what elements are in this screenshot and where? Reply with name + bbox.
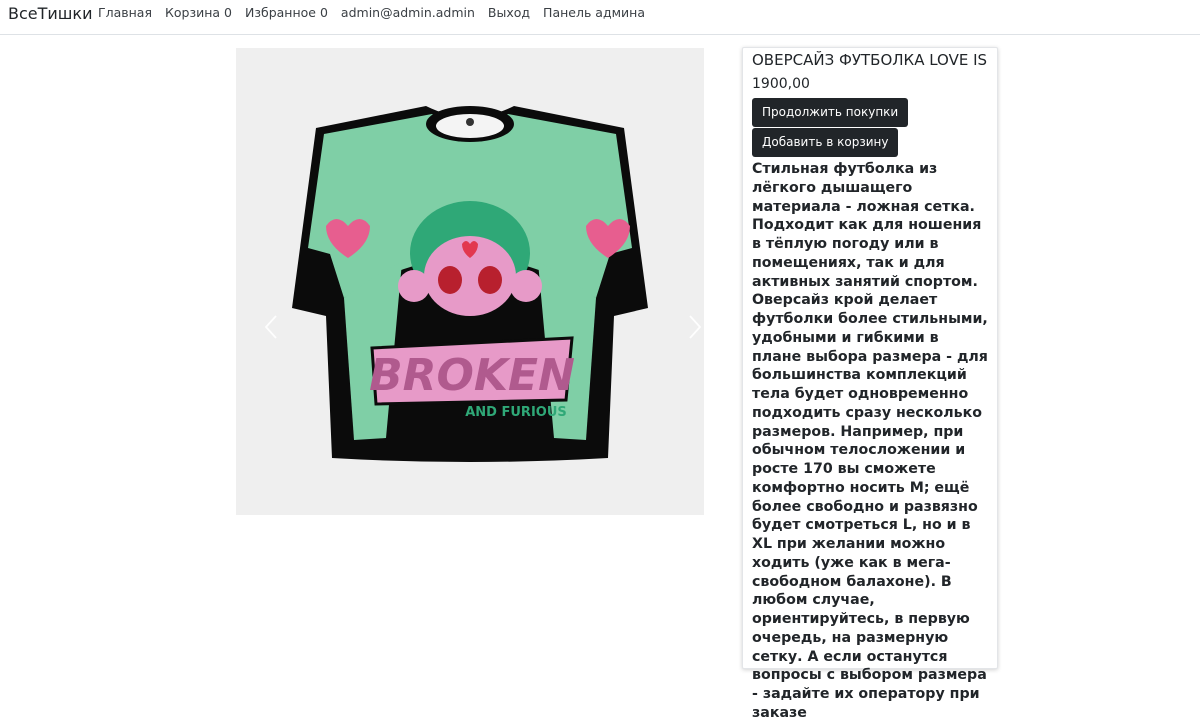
- nav-favorites-link[interactable]: Избранное 0: [245, 5, 328, 21]
- print-main-text: BROKEN: [369, 350, 575, 401]
- product-title: ОВЕРСАЙЗ ФУТБОЛКА LOVE IS: [752, 51, 988, 69]
- carousel-prev-button[interactable]: [260, 310, 282, 344]
- add-to-cart-button[interactable]: Добавить в корзину: [752, 128, 899, 157]
- product-price: 1900,00: [752, 76, 810, 92]
- navbar: ВсеТишки Главная Корзина 0 Избранное 0 a…: [0, 0, 1200, 35]
- nav-admin-panel-link[interactable]: Панель админа: [543, 5, 645, 21]
- chevron-left-icon: [264, 315, 277, 339]
- print-sub-text: AND FURIOUS: [465, 405, 567, 420]
- product-image-carousel: BROKEN AND FURIOUS: [236, 48, 704, 515]
- nav-cart-link[interactable]: Корзина 0: [165, 5, 232, 21]
- continue-shopping-button[interactable]: Продолжить покупки: [752, 98, 909, 127]
- brand-logo[interactable]: ВсеТишки: [8, 3, 93, 25]
- product-card: ОВЕРСАЙЗ ФУТБОЛКА LOVE IS 1900,00 Продол…: [742, 47, 998, 721]
- nav-links: Главная Корзина 0 Избранное 0 admin@admi…: [98, 5, 645, 21]
- carousel-next-button[interactable]: [684, 310, 704, 344]
- nav-home-link[interactable]: Главная: [98, 5, 152, 21]
- nav-logout-link[interactable]: Выход: [488, 5, 530, 21]
- nav-user-link[interactable]: admin@admin.admin: [341, 5, 475, 21]
- chevron-right-icon: [689, 315, 702, 339]
- product-image: BROKEN AND FURIOUS: [292, 106, 648, 462]
- product-description: Стильная футболка из лёгкого дышащего ма…: [752, 161, 988, 721]
